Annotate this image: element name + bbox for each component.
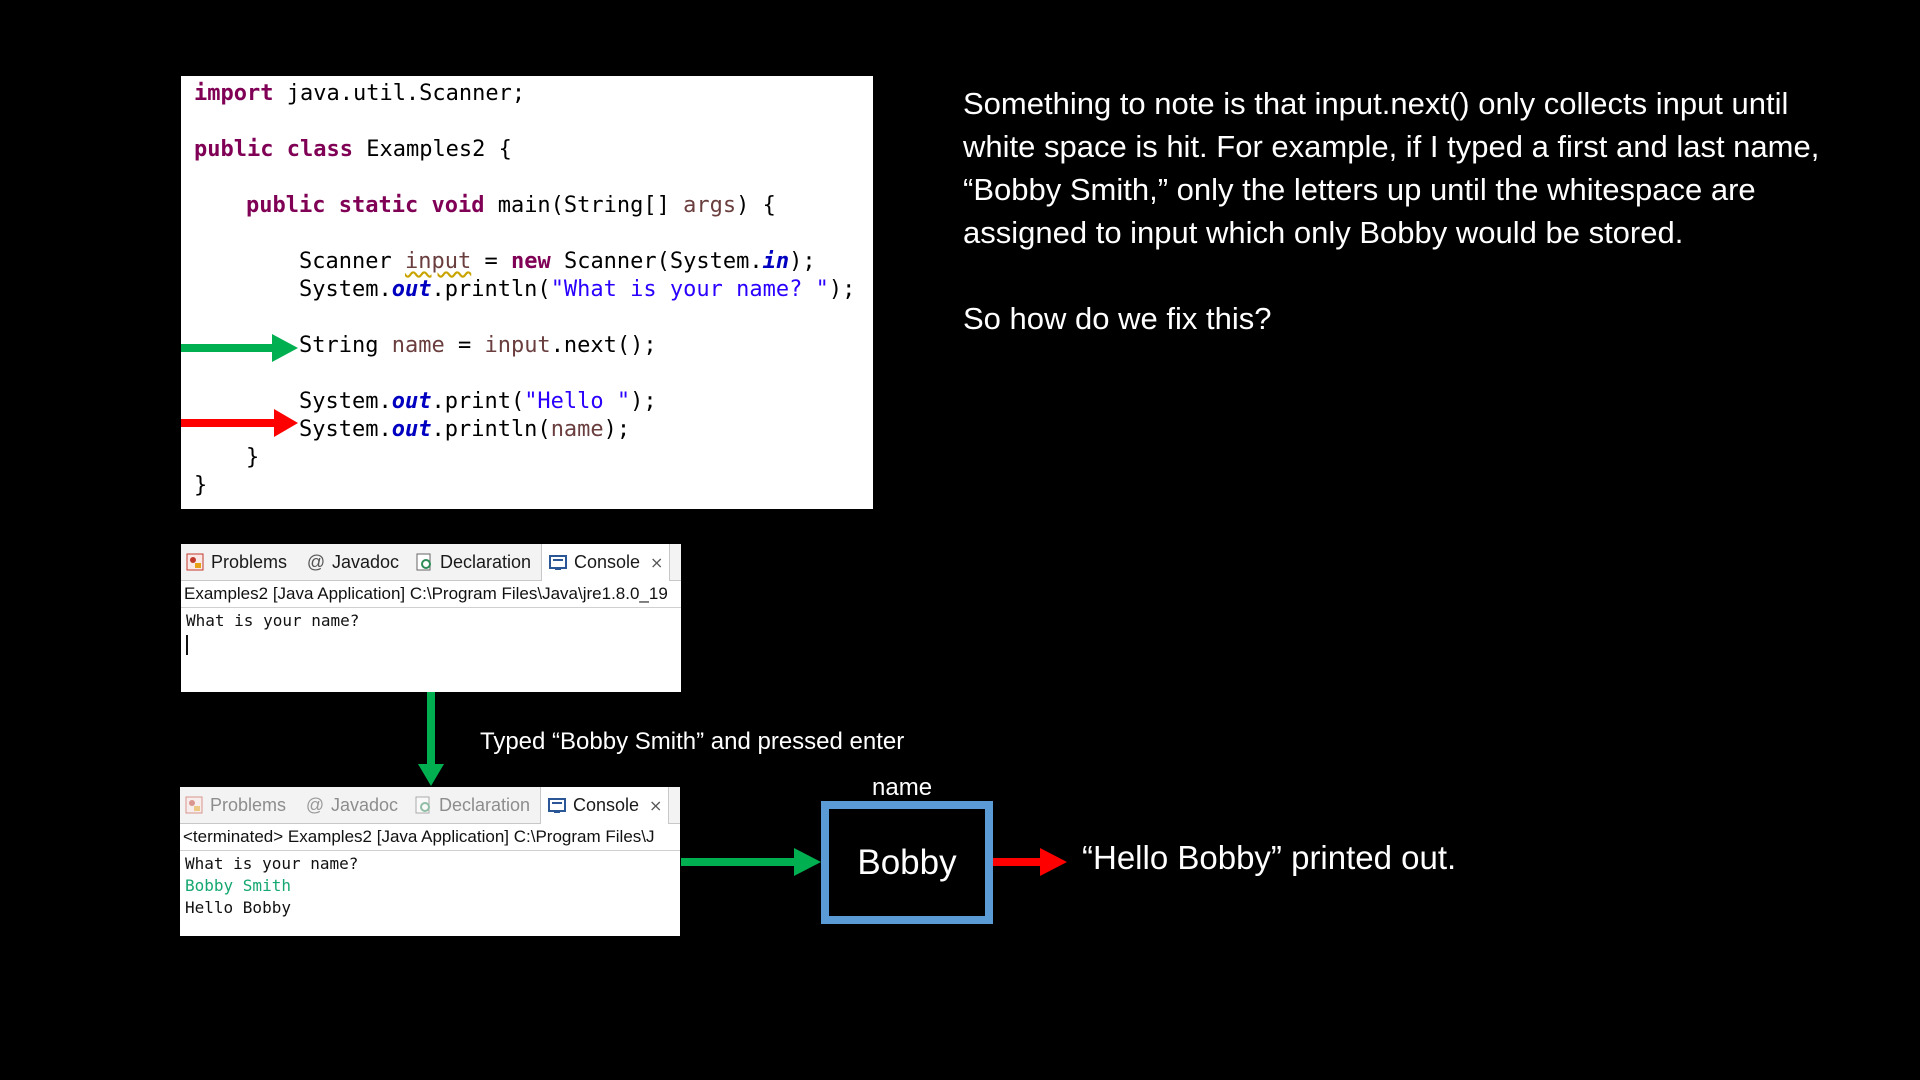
result-note: “Hello Bobby” printed out. [1082, 839, 1457, 876]
red-arrow-to-println-name [181, 409, 298, 437]
green-arrow-down [418, 692, 444, 786]
explanation-paragraph: Something to note is that input.next() o… [963, 86, 1820, 250]
typed-input-note: Typed “Bobby Smith” and pressed enter [480, 728, 905, 755]
variable-box: Bobby [821, 801, 993, 924]
green-arrow-to-next-call [181, 334, 298, 362]
variable-label: name [872, 774, 933, 801]
red-arrow-to-result [985, 848, 1067, 876]
explanation-question: So how do we fix this? [963, 301, 1272, 336]
variable-value: Bobby [857, 842, 957, 882]
explanation-text: Something to note is that input.next() o… [963, 82, 1823, 340]
green-arrow-to-variable-box [681, 848, 821, 876]
